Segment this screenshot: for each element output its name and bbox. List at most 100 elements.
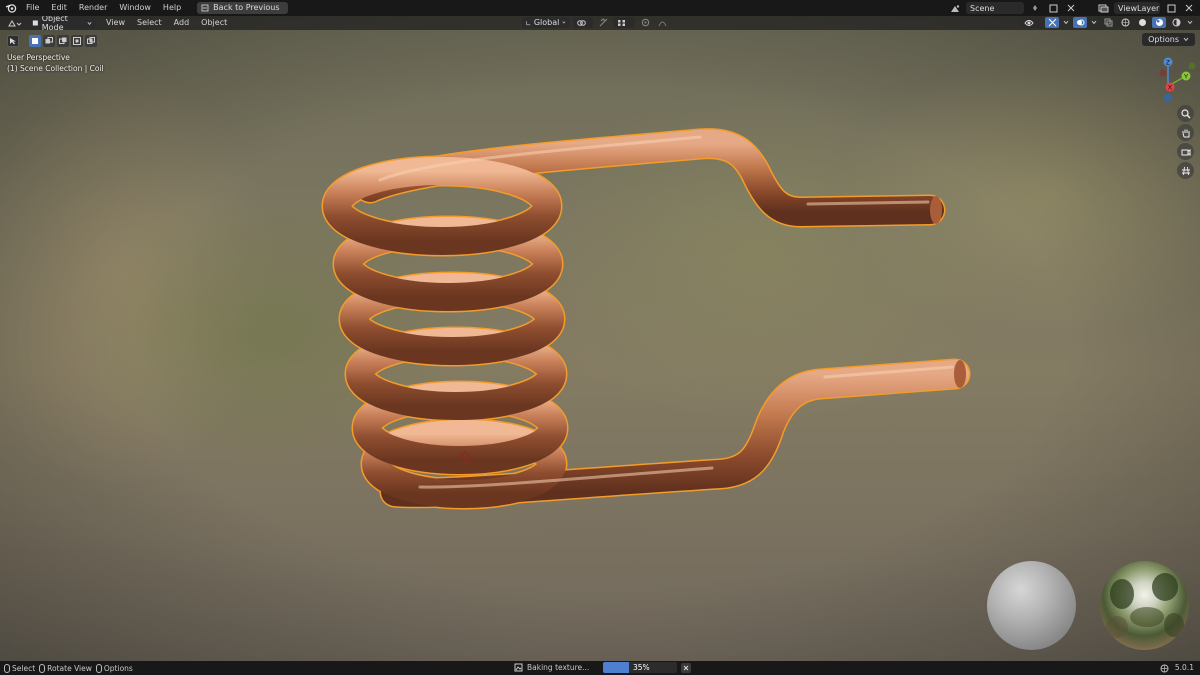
gizmo-x-label: X [1168,85,1173,92]
options-label: Options [1148,35,1179,44]
hdri-preview-sphere [1100,561,1189,650]
blender-logo-icon[interactable] [2,0,20,16]
select-invert-icon [73,37,81,45]
material-shading-icon[interactable] [1152,17,1166,28]
object-mode-icon [32,20,38,26]
gizmo-z-label: Z [1166,60,1170,67]
transform-controls: Global [522,17,669,28]
bake-progress-fill [603,662,629,673]
snap-icon[interactable] [596,17,610,28]
close-icon [683,665,689,670]
mouse-right-icon [95,663,102,673]
orientation-dropdown[interactable]: Global [522,17,570,28]
delete-scene-icon[interactable] [1064,2,1078,14]
visibility-icon [1024,19,1034,26]
options-dropdown[interactable]: Options [1142,33,1195,46]
chevron-down-icon [87,21,92,25]
xray-icon[interactable] [1101,17,1115,28]
cancel-bake-button[interactable] [681,662,691,673]
select-box-invert-button[interactable] [71,35,83,47]
network-icon [1160,664,1169,672]
matcap-preview-sphere [987,561,1076,650]
back-to-previous-button[interactable]: Back to Previous [197,2,288,14]
bake-texture-icon [514,663,523,672]
pivot-icon [577,19,586,26]
select-box-subtract-button[interactable] [57,35,69,47]
view-layer-icon[interactable] [1096,2,1110,14]
delete-view-layer-icon[interactable] [1182,2,1196,14]
back-icon [201,4,209,12]
scene-name: Scene [970,3,995,13]
scene-collection-text: (1) Scene Collection | Coil [7,64,104,73]
ortho-toggle-button[interactable] [1177,162,1194,179]
select-box-new-button[interactable] [29,35,41,47]
zoom-icon [1180,108,1190,118]
snap-target-dropdown[interactable] [613,17,635,28]
scene-icon[interactable] [948,2,962,14]
header-menu-select[interactable]: Select [131,16,168,30]
tweak-tool-button[interactable] [7,35,19,47]
bake-progress-label: 35% [633,663,650,672]
wireframe-shading-icon[interactable] [1118,17,1132,28]
select-box-icon [32,38,38,44]
header-menu-object[interactable]: Object [195,16,233,30]
new-view-layer-icon[interactable] [1164,2,1178,14]
status-select-label: Select [12,663,36,673]
gizmo-icon[interactable] [1045,17,1059,28]
bake-progress: Baking texture... 35% [514,662,691,673]
menu-help[interactable]: Help [157,0,187,16]
camera-view-icon [1181,148,1190,156]
gizmo-y-label: Y [1184,74,1189,81]
rendered-shading-icon[interactable] [1169,17,1183,28]
orientation-label: Global [533,18,560,27]
overlay-icon[interactable] [1073,17,1087,28]
menu-render[interactable]: Render [73,0,113,16]
menu-edit[interactable]: Edit [45,0,73,16]
mouse-middle-icon [39,663,46,673]
camera-view-button[interactable] [1177,143,1194,160]
new-scene-icon[interactable] [1046,2,1060,14]
zoom-button[interactable] [1177,105,1194,122]
status-rotate-label: Rotate View [47,663,92,673]
status-hint-select: Select [4,663,36,673]
select-subtract-icon [59,37,67,44]
shading-dropdown-icon[interactable] [1186,17,1194,28]
pin-icon[interactable] [1028,2,1042,14]
viewport-header: Object Mode View Select Add Object Globa… [0,16,1200,32]
mouse-left-icon [4,663,10,673]
object-mode-label: Object Mode [41,16,68,32]
view-layer-name: ViewLayer [1118,3,1160,13]
object-mode-dropdown[interactable]: Object Mode [28,16,96,32]
pivot-dropdown[interactable] [573,17,593,28]
pan-button[interactable] [1177,124,1194,141]
editor-type-icon[interactable] [6,18,24,29]
selection-mode-toolbar [7,34,97,48]
viewport-display-controls [1020,17,1194,28]
cursor-icon [10,38,16,45]
menu-file[interactable]: File [20,0,45,16]
proportional-icon[interactable] [638,17,652,28]
header-menu-add[interactable]: Add [168,16,196,30]
visibility-dropdown[interactable] [1020,17,1042,28]
gizmo-dropdown-icon[interactable] [1062,17,1070,28]
status-hint-rotate: Rotate View [39,663,92,673]
version-label: 5.0.1 [1174,663,1194,672]
orientation-icon [526,20,531,25]
hand-pan-icon [1182,129,1189,137]
back-to-previous-label: Back to Previous [213,3,280,12]
select-intersect-icon [87,37,95,44]
status-hint-options: Options [95,663,133,673]
proportional-falloff-icon[interactable] [655,17,669,28]
scene-field[interactable]: Scene [966,2,1024,14]
version-info: 5.0.1 [1160,661,1194,675]
3d-viewport[interactable]: Object Mode View Select Add Object Globa… [0,16,1200,661]
solid-shading-icon[interactable] [1135,17,1149,28]
menu-window[interactable]: Window [113,0,157,16]
chevron-down-icon [1183,37,1189,42]
header-menu-view[interactable]: View [100,16,131,30]
overlay-dropdown-icon[interactable] [1090,17,1098,28]
view-layer-field[interactable]: ViewLayer [1114,2,1160,14]
select-box-intersect-button[interactable] [85,35,97,47]
select-box-extend-button[interactable] [43,35,55,47]
snap-target-icon [618,19,625,26]
